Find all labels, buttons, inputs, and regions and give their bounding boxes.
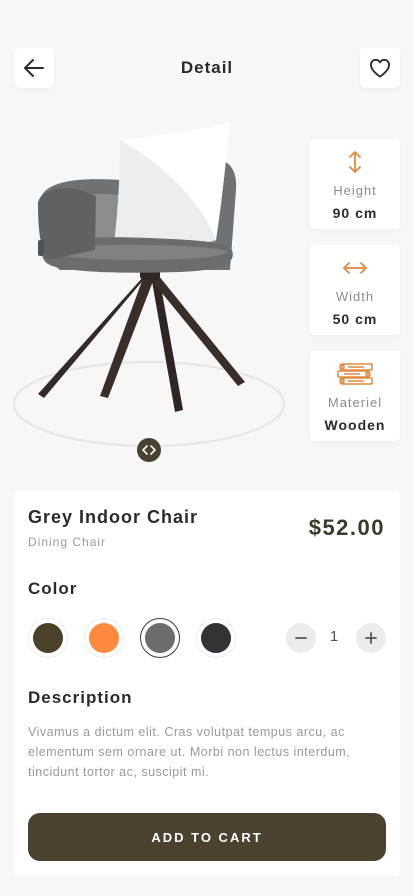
spec-value: 90 cm	[332, 205, 378, 221]
spec-label: Height	[333, 183, 377, 198]
product-image	[0, 100, 300, 480]
color-swatch-grey[interactable]	[140, 618, 180, 658]
spec-width: Width 50 cm	[310, 245, 400, 335]
wood-planks-icon	[336, 361, 374, 387]
spec-label: Materiel	[327, 395, 383, 410]
heart-icon	[369, 58, 390, 78]
spec-label: Width	[335, 289, 375, 304]
spec-height: Height 90 cm	[310, 139, 400, 229]
increase-quantity-button[interactable]	[356, 623, 386, 653]
description-heading: Description	[28, 688, 133, 707]
product-price: $52.00	[308, 515, 385, 540]
rotate-handle[interactable]	[137, 438, 161, 462]
decrease-quantity-button[interactable]	[286, 623, 316, 653]
spec-value: 50 cm	[332, 311, 378, 327]
chevron-left-right-icon	[142, 445, 156, 455]
minus-icon	[295, 637, 307, 639]
product-detail-card: Grey Indoor Chair Dining Chair $52.00 Co…	[14, 491, 400, 876]
color-heading: Color	[28, 579, 78, 598]
color-swatch-olive[interactable]	[28, 618, 68, 658]
spec-material: Materiel Wooden	[310, 351, 400, 441]
description-text: Vivamus a dictum elit. Cras volutpat tem…	[28, 725, 351, 779]
color-swatch-orange[interactable]	[84, 618, 124, 658]
vertical-arrow-icon	[347, 149, 363, 175]
horizontal-arrow-icon	[342, 255, 368, 281]
product-category: Dining Chair	[28, 535, 107, 549]
quantity-value: 1	[329, 628, 339, 645]
color-swatch-charcoal[interactable]	[196, 618, 236, 658]
add-to-cart-button[interactable]: ADD TO CART	[28, 813, 386, 861]
spec-value: Wooden	[324, 417, 386, 433]
favorite-button[interactable]	[360, 48, 400, 88]
product-name: Grey Indoor Chair	[28, 507, 199, 527]
page-title: Detail	[180, 58, 234, 77]
plus-icon	[365, 632, 377, 644]
